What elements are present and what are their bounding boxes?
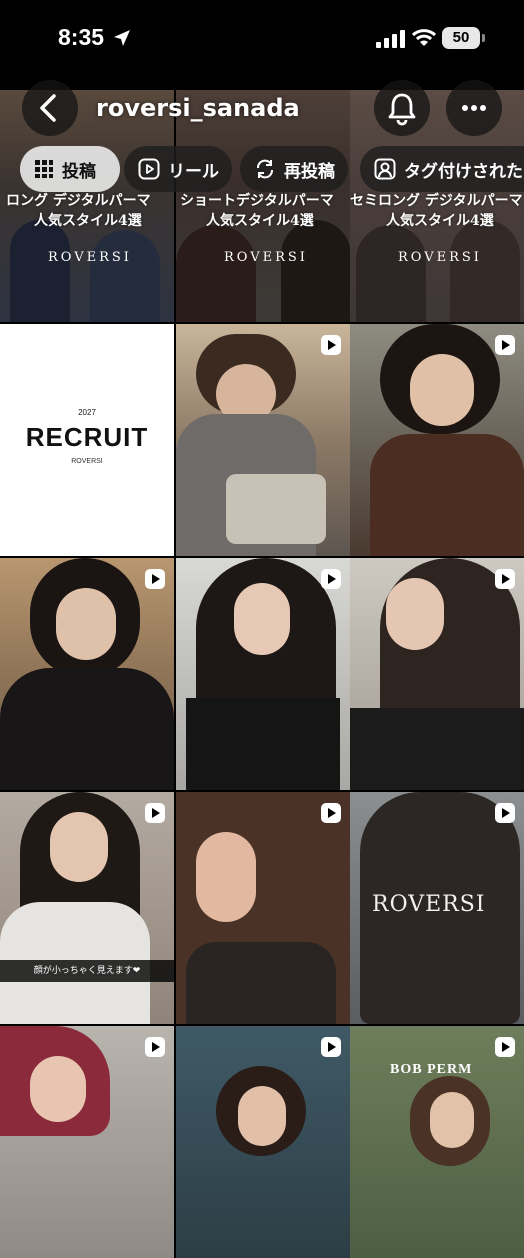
tab-reels[interactable]: リール (124, 146, 232, 192)
post-subtitle: 人気スタイル4選 (34, 213, 142, 229)
reel-icon (321, 335, 341, 355)
reel-icon (495, 335, 515, 355)
reels-icon (138, 158, 160, 180)
post-tile[interactable] (176, 1026, 350, 1258)
more-options-button[interactable] (446, 80, 502, 136)
reel-icon (321, 803, 341, 823)
post-caption: 顔が小っちゃく見えます❤︎ (33, 966, 141, 976)
recruit-year: 2027 (78, 408, 96, 417)
watermark: ROVERSI (372, 892, 486, 917)
watermark: ROVERSI (48, 250, 132, 265)
post-tile[interactable] (350, 324, 524, 556)
reel-icon (495, 569, 515, 589)
wifi-icon (412, 29, 436, 46)
post-tile[interactable] (0, 558, 174, 790)
recruit-title: RECRUIT (25, 422, 149, 452)
cellular-signal-icon (376, 30, 405, 48)
grid-icon (35, 160, 53, 178)
chevron-left-icon (40, 94, 56, 122)
post-subtitle: 人気スタイル4選 (206, 213, 314, 229)
tab-reels-label: リール (168, 161, 219, 182)
post-tile[interactable] (176, 558, 350, 790)
reel-icon (145, 1037, 165, 1057)
tagged-person-icon (374, 158, 396, 180)
post-tile[interactable]: ROVERSI (350, 792, 524, 1024)
reel-icon (145, 569, 165, 589)
content-tabs: 投稿 リール 再投稿 タグ付けされた (0, 146, 524, 194)
tab-posts[interactable]: 投稿 (20, 146, 120, 192)
recruit-brand: ROVERSI (71, 458, 103, 465)
tab-tagged[interactable]: タグ付けされた (360, 146, 524, 192)
profile-header: roversi_sanada (0, 80, 524, 140)
profile-handle: roversi_sanada (96, 94, 300, 122)
watermark: ROVERSI (224, 250, 308, 265)
notifications-button[interactable] (374, 80, 430, 136)
location-arrow-icon (114, 30, 130, 46)
tab-posts-label: 投稿 (62, 161, 96, 182)
status-bar: 8:35 50 (0, 0, 524, 84)
post-tile[interactable] (176, 324, 350, 556)
repost-icon (257, 159, 273, 179)
post-tile[interactable]: BOB PERM (350, 1026, 524, 1258)
post-tile[interactable]: 顔が小っちゃく見えます❤︎ (0, 792, 174, 1024)
tab-reposts[interactable]: 再投稿 (240, 146, 348, 192)
bell-icon (388, 93, 416, 126)
reel-icon (495, 803, 515, 823)
tab-tagged-label: タグ付けされた (404, 161, 523, 182)
back-button[interactable] (22, 80, 78, 136)
more-horizontal-icon (462, 105, 486, 111)
post-label: BOB PERM (390, 1062, 473, 1077)
reel-icon (145, 803, 165, 823)
post-tile[interactable] (176, 792, 350, 1024)
post-tile[interactable]: 2027 RECRUIT ROVERSI (0, 324, 174, 556)
reel-icon (495, 1037, 515, 1057)
post-tile[interactable] (350, 558, 524, 790)
tab-reposts-label: 再投稿 (284, 161, 335, 182)
reel-icon (321, 1037, 341, 1057)
reel-icon (321, 569, 341, 589)
clock: 8:35 (58, 24, 105, 50)
post-tile[interactable] (0, 1026, 174, 1258)
post-subtitle: 人気スタイル4選 (386, 213, 494, 229)
watermark: ROVERSI (398, 250, 482, 265)
battery-indicator: 50 (442, 27, 485, 49)
